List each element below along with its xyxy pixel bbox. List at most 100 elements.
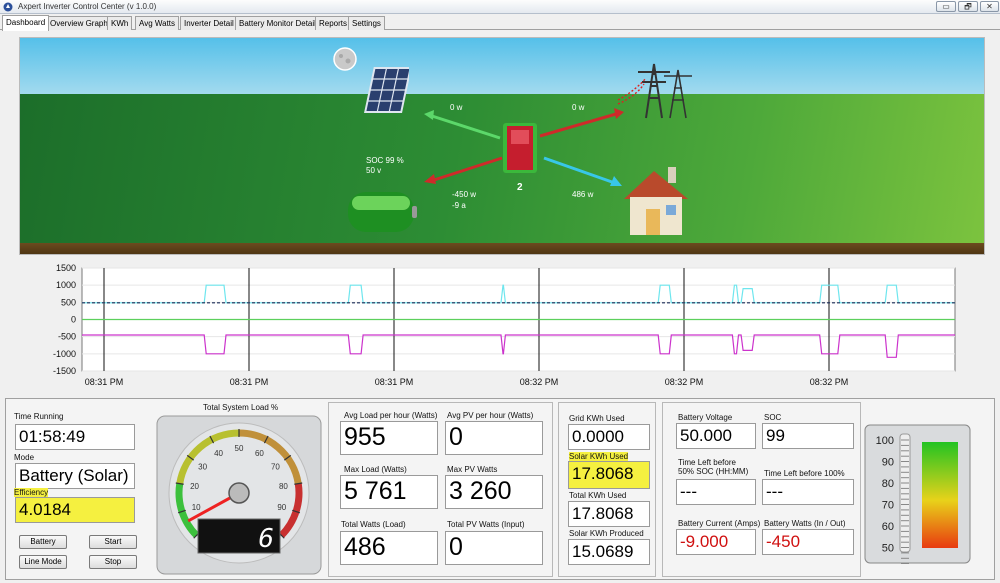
tab-battery-monitor-detail[interactable]: Battery Monitor Detail [235,16,320,30]
efficiency-label: Efficiency [14,488,49,497]
gauge-tick-label: 50 [235,444,244,453]
efficiency-value: 4.0184 [15,497,135,523]
gauge-tick-label: 60 [255,449,264,458]
app-icon [3,2,13,12]
max-pv-value: 3 260 [445,475,543,509]
chart-xtick-label: 08:31 PM [375,377,414,387]
chart-xtick-label: 08:32 PM [520,377,559,387]
soc-meter: 100 90 80 70 60 50 [864,424,971,564]
max-pv-label: Max PV Watts [447,465,498,474]
chart-ytick-label: -1500 [53,366,76,376]
flow-arrows [424,108,624,186]
grid-watts-label: 0 w [572,103,585,112]
solar-panel-icon [364,67,409,113]
line-mode-button[interactable]: Line Mode [19,555,67,569]
battery-soc-label: SOC 99 % [366,156,404,165]
solar-kwh-used-value: 17.8068 [568,461,650,489]
battery-amps-flow-label: -9 a [452,201,466,210]
gauge-tick-label: 70 [271,463,280,472]
battery-voltage-value: 50.000 [676,423,756,449]
total-pv-value: 0 [445,531,543,565]
soc-tick-label: 80 [882,478,894,490]
soc-color-bar [922,442,958,548]
chart-xtick-label: 08:31 PM [85,377,124,387]
gauge-tick-label: 30 [198,463,207,472]
battery-watts-flow-label: -450 w [452,190,477,199]
gauge-tick-label: 10 [192,503,201,512]
time-left-50-label: Time Left before 50% SOC (HH:MM) [678,458,749,476]
tab-avg-watts[interactable]: Avg Watts [135,16,180,30]
chart-ytick-label: 1000 [56,280,76,290]
solar-watts-label: 0 w [450,103,463,112]
tab-reports[interactable]: Reports [315,16,352,30]
sky [20,38,984,98]
solar-kwh-produced-value: 15.0689 [568,539,650,565]
load-watts-flow-label: 486 w [572,190,594,199]
battery-volts-label: 50 v [366,166,382,175]
close-button[interactable]: ✕ [980,1,999,12]
status-panel: Time Running 01:58:49 Mode Battery (Sola… [9,402,141,577]
soc-tick-label: 100 [876,435,894,447]
moon-icon [333,47,357,71]
mode-label: Mode [14,453,35,462]
start-button[interactable]: Start [89,535,137,549]
tab-dashboard[interactable]: Dashboard [2,15,50,31]
power-history-chart: 1500 1000 500 0 -500 -1000 -1500 08:31 PM 08:31… [53,263,956,387]
avg-load-value: 955 [340,421,438,455]
chart-ytick-label: -500 [58,332,76,342]
restore-button[interactable]: 🗗 [958,1,978,12]
bottom-panel: Time Running 01:58:49 Mode Battery (Sola… [5,398,995,580]
soc-slider-track [899,433,911,553]
soc-tick-label: 70 [882,500,894,512]
avg-pv-label: Avg PV per hour (Watts) [447,411,534,420]
avg-load-label: Avg Load per hour (Watts) [344,411,438,420]
tab-settings[interactable]: Settings [348,16,385,30]
grid-kwh-used-value: 0.0000 [568,424,650,450]
total-load-label: Total Watts (Load) [341,520,406,529]
soc-tick-label: 50 [882,543,894,555]
tab-kwh[interactable]: KWh [107,16,133,30]
battery-button[interactable]: Battery [19,535,67,549]
mode-value: Battery (Solar) [15,463,135,489]
total-kwh-used-label: Total KWh Used [569,491,627,500]
kwh-panel: Grid KWh Used 0.0000 Solar KWh Used 17.8… [558,402,656,577]
chart-ytick-label: -1000 [53,349,76,359]
total-pv-label: Total PV Watts (Input) [447,520,525,529]
watts-panel: Avg Load per hour (Watts) 955 Avg PV per… [328,402,553,577]
time-left-100-label: Time Left before 100% [764,469,845,478]
gauge-title: Total System Load % [203,403,279,412]
battery-watts-value: -450 [762,529,854,555]
max-load-label: Max Load (Watts) [344,465,407,474]
time-left-50-value: --- [676,479,756,505]
chart-ytick-label: 500 [61,297,76,307]
gauge-tick-label: 80 [279,482,288,491]
total-load-value: 486 [340,531,438,565]
soc-label: SOC [764,413,782,422]
title-bar: Axpert Inverter Control Center (v 1.0.0)… [0,0,1000,14]
time-left-100-value: --- [762,479,854,505]
battery-voltage-label: Battery Voltage [678,413,733,422]
gauge-tick-label: 40 [214,449,223,458]
solar-kwh-used-label: Solar KWh Used [569,452,629,461]
minimize-button[interactable]: ▭ [936,1,956,12]
stop-button[interactable]: Stop [89,555,137,569]
chart-xtick-label: 08:31 PM [230,377,269,387]
tab-inverter-detail[interactable]: Inverter Detail [180,16,238,30]
avg-pv-value: 0 [445,421,543,455]
battery-current-value: -9.000 [676,529,756,555]
battery-panel: Battery Voltage 50.000 SOC 99 Time Left … [662,402,861,577]
ground-strip [20,243,984,254]
tab-overview-graph[interactable]: Overview Graph [46,16,112,30]
total-kwh-used-value: 17.8068 [568,501,650,527]
battery-icon [348,192,417,232]
window-title: Axpert Inverter Control Center (v 1.0.0) [18,2,157,11]
chart-ytick-label: 0 [71,315,76,325]
gauge-tick-label: 20 [190,482,199,491]
chart-ytick-label: 1500 [56,263,76,273]
energy-flow-scene: 2 0 w 0 w SOC 99 % 50 v -450 w -9 a 486 … [19,37,985,255]
battery-watts-label: Battery Watts (In / Out) [764,519,846,528]
solar-kwh-produced-label: Solar KWh Produced [569,529,644,538]
grid-kwh-used-label: Grid KWh Used [569,414,625,423]
soc-value: 99 [762,423,854,449]
battery-current-label: Battery Current (Amps) [678,519,761,528]
